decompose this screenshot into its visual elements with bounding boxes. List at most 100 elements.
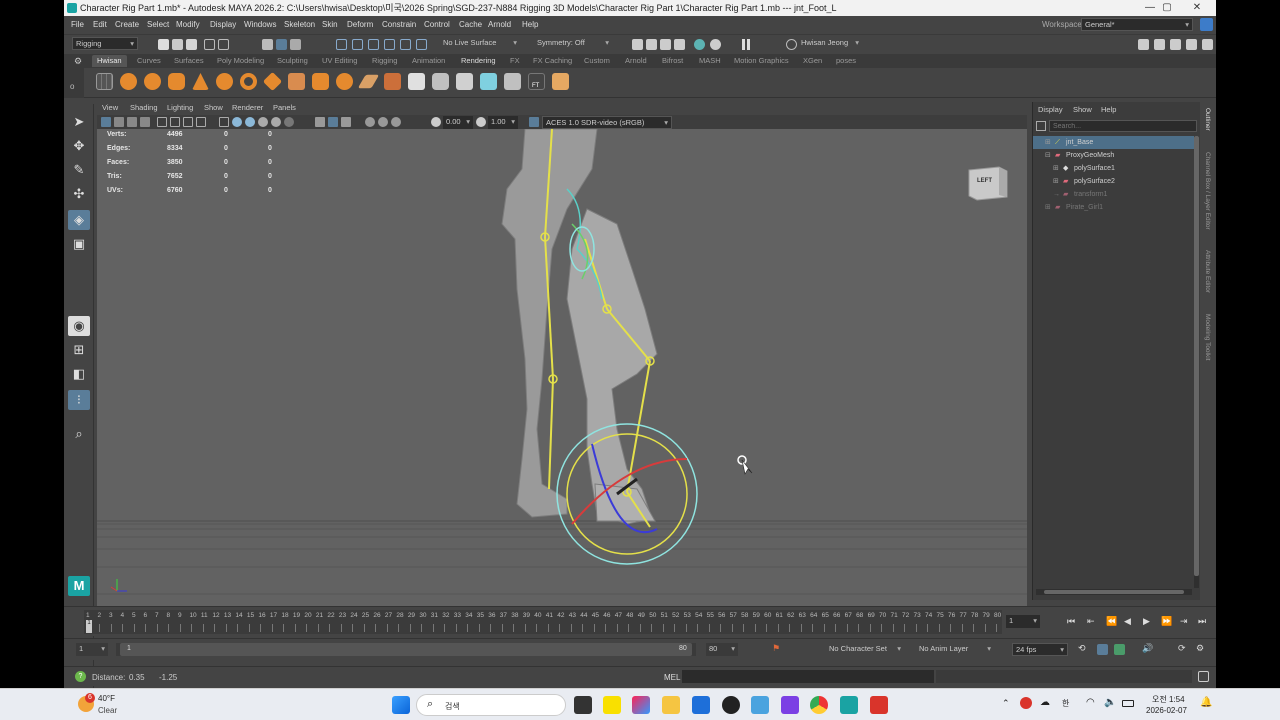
outliner-item-polysurface2[interactable]: ⊞ ▰ polySurface2	[1033, 175, 1195, 188]
scale-tool-icon[interactable]: ▣	[68, 234, 90, 254]
camera-select-icon[interactable]	[101, 117, 111, 127]
select-by-hierarchy-icon[interactable]	[262, 39, 273, 50]
vp-menu-panels[interactable]: Panels	[273, 103, 296, 112]
open-scene-icon[interactable]	[172, 39, 183, 50]
resolution-gate-icon[interactable]	[183, 117, 193, 127]
ambient-occlusion-icon[interactable]	[365, 117, 375, 127]
collapse-icon[interactable]: ⊟	[1045, 149, 1051, 162]
current-frame-field[interactable]: 1	[1006, 615, 1040, 628]
playback-speed-icon[interactable]: ⟳	[1178, 643, 1186, 654]
shelf-tab-rigging[interactable]: Rigging	[372, 56, 397, 65]
exposure-field[interactable]: 0.00	[443, 116, 473, 129]
expand-icon[interactable]: ⊞	[1053, 175, 1059, 188]
diamond-icon[interactable]	[262, 71, 283, 92]
step-forward-frame-icon[interactable]: ⏩	[1161, 616, 1172, 627]
outliner-persp-layout-icon[interactable]: ⁝	[68, 390, 90, 410]
shelf-tab-fx[interactable]: FX	[510, 56, 520, 65]
antialiasing-icon[interactable]	[378, 117, 388, 127]
redo-icon[interactable]	[218, 39, 229, 50]
symmetry-dropdown[interactable]: Symmetry: Off	[534, 37, 612, 50]
auto-key-icon[interactable]: ⚑	[772, 643, 780, 654]
maya-taskbar-icon[interactable]	[840, 696, 858, 714]
ipr-render-icon[interactable]	[660, 39, 671, 50]
lock-icon[interactable]	[1200, 18, 1213, 31]
outliner-item-pirate-girl1[interactable]: ⊞ ▰ Pirate_Girl1	[1033, 201, 1195, 214]
depth-of-field-icon[interactable]	[391, 117, 401, 127]
snap-view-plane-icon[interactable]	[384, 39, 395, 50]
outliner-search-input[interactable]	[1049, 120, 1197, 132]
bridge-icon[interactable]	[480, 73, 497, 90]
tab-outliner[interactable]: Outliner	[1204, 108, 1211, 131]
tab-channel-box[interactable]: Channel Box / Layer Editor	[1204, 152, 1211, 230]
menu-modify[interactable]: Modify	[176, 20, 200, 29]
single-view-icon[interactable]: ◉	[68, 316, 90, 336]
scrollbar-thumb[interactable]	[1044, 590, 1184, 594]
camera-attrs-icon[interactable]	[114, 117, 124, 127]
bevel-icon[interactable]	[504, 73, 521, 90]
menu-skeleton[interactable]: Skeleton	[284, 20, 315, 29]
shelf-tab-surfaces[interactable]: Surfaces	[174, 56, 204, 65]
shelf-tab-motion-graphics[interactable]: Motion Graphics	[734, 56, 789, 65]
shelf-tab-xgen[interactable]: XGen	[803, 56, 822, 65]
file-explorer-icon[interactable]	[662, 696, 680, 714]
save-scene-icon[interactable]	[186, 39, 197, 50]
color-management-icon[interactable]	[529, 117, 539, 127]
modeling-toolkit-icon[interactable]	[1138, 39, 1149, 50]
menu-deform[interactable]: Deform	[347, 20, 373, 29]
notepad-icon[interactable]	[751, 696, 769, 714]
xray-joints-icon[interactable]	[328, 117, 338, 127]
outliner-vscrollbar[interactable]	[1194, 136, 1199, 588]
shelf-tab-fx-caching[interactable]: FX Caching	[533, 56, 572, 65]
four-view-icon[interactable]: ⊞	[68, 340, 90, 360]
range-bar-handle[interactable]	[120, 643, 692, 656]
tray-onedrive-icon[interactable]: ☁	[1040, 697, 1050, 708]
expand-icon[interactable]: ⊞	[1045, 136, 1051, 149]
expand-icon[interactable]: ⊞	[1045, 201, 1051, 214]
cone-icon[interactable]	[192, 73, 209, 90]
xray-icon[interactable]	[315, 117, 325, 127]
anim-settings-icon[interactable]: ⚙	[1196, 643, 1204, 654]
outliner-item-polysurface1[interactable]: ⊞ ◆ polySurface1	[1033, 162, 1195, 175]
poly-sphere-icon[interactable]	[144, 73, 161, 90]
persp-viewport[interactable]: Verts: 4496 0 0 Edges: 8334 0 0 Faces: 3…	[97, 129, 1027, 600]
shadows-icon[interactable]	[284, 117, 294, 127]
snap-grid-icon[interactable]	[336, 39, 347, 50]
play-backwards-icon[interactable]: ◀	[1124, 616, 1131, 627]
menuset-dropdown[interactable]: Rigging	[72, 37, 138, 50]
two-view-icon[interactable]: ◧	[68, 364, 90, 384]
ime-indicator[interactable]: 한	[1062, 698, 1069, 709]
battery-icon[interactable]	[1122, 700, 1134, 707]
menu-file[interactable]: File	[71, 20, 84, 29]
arnold-render-icon[interactable]	[710, 39, 721, 50]
gamma-icon[interactable]	[476, 117, 486, 127]
render-icon[interactable]	[646, 39, 657, 50]
wifi-icon[interactable]: ◠	[1086, 697, 1095, 708]
chatgpt-icon[interactable]	[722, 696, 740, 714]
step-forward-key-icon[interactable]: ⇥	[1180, 616, 1188, 627]
extract-icon[interactable]	[384, 73, 401, 90]
shelf-tab-poses[interactable]: poses	[836, 56, 856, 65]
snap-surface-icon[interactable]	[400, 39, 411, 50]
shelf-tab-bifrost[interactable]: Bifrost	[662, 56, 683, 65]
start-icon[interactable]	[392, 696, 410, 714]
menu-cache[interactable]: Cache	[459, 20, 482, 29]
key-ticks-icon[interactable]	[1097, 644, 1108, 655]
snipping-tool-icon[interactable]	[870, 696, 888, 714]
grid-icon[interactable]	[96, 73, 113, 90]
outliner-filter-icon[interactable]	[1036, 121, 1046, 131]
menu-arnold[interactable]: Arnold	[488, 20, 511, 29]
gate-mask-icon[interactable]	[196, 117, 206, 127]
menu-help[interactable]: Help	[522, 20, 538, 29]
combine-icon[interactable]	[288, 73, 305, 90]
render-view-icon[interactable]	[632, 39, 643, 50]
attribute-editor-icon[interactable]	[1154, 39, 1165, 50]
select-by-component-icon[interactable]	[290, 39, 301, 50]
user-account-dropdown[interactable]: Hwisan Jeong	[798, 37, 862, 50]
vp-menu-shading[interactable]: Shading	[130, 103, 158, 112]
animation-start-field[interactable]: 1	[76, 643, 108, 656]
go-to-end-icon[interactable]: ⏭	[1198, 616, 1206, 627]
range-bar[interactable]: 1 80	[116, 643, 696, 656]
paint-select-icon[interactable]: ✎	[68, 160, 90, 180]
play-forwards-icon[interactable]: ▶	[1143, 616, 1150, 627]
kakaotalk-icon[interactable]	[603, 696, 621, 714]
